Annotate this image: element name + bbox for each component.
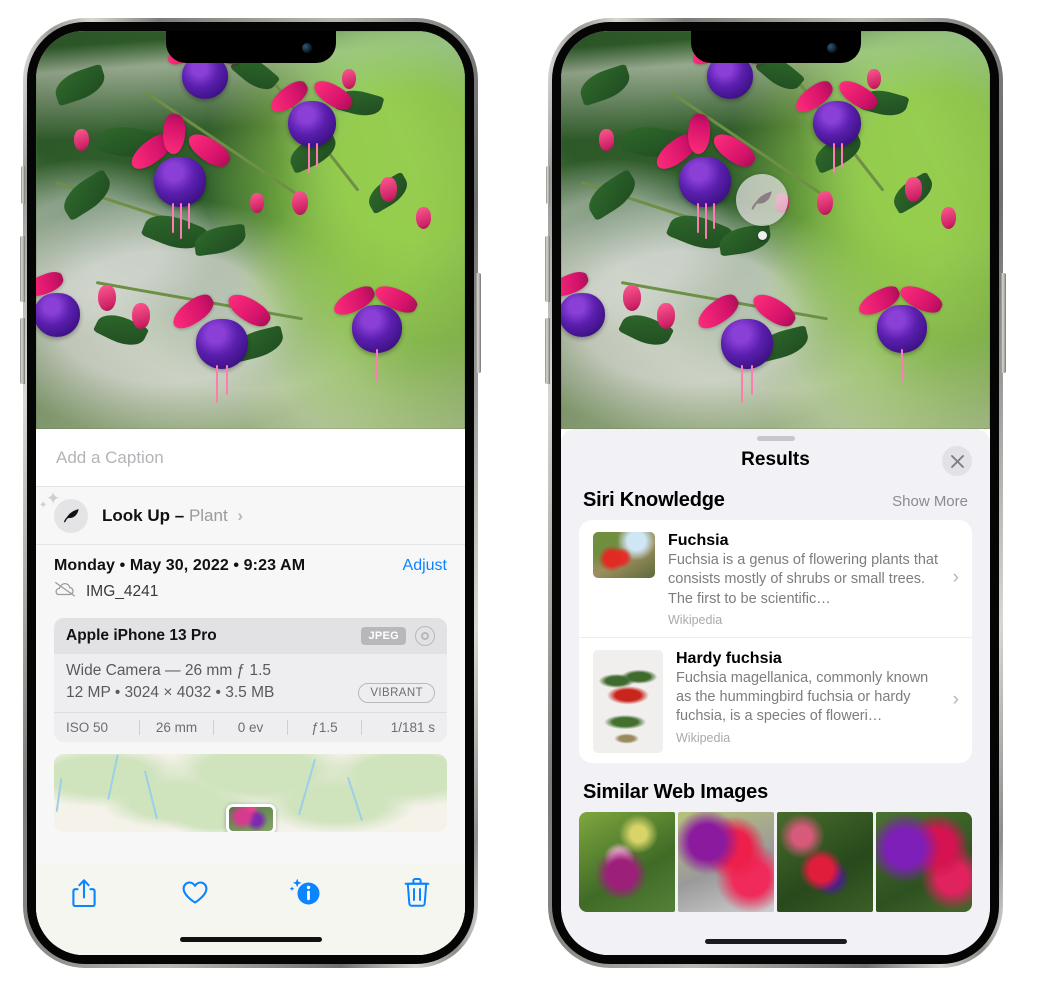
camera-specs: 12 MP • 3024 × 4032 • 3.5 MB [66, 684, 275, 701]
volume-up-button[interactable] [545, 236, 550, 302]
results-title: Results [741, 449, 810, 470]
fuchsia-flowers-thumbnail [593, 532, 655, 578]
hdr-ring-icon [415, 626, 435, 646]
chevron-right-icon: › [952, 689, 959, 711]
similar-image-1[interactable] [579, 811, 675, 912]
adjust-button[interactable]: Adjust [403, 557, 447, 575]
location-map[interactable] [54, 754, 447, 832]
favorite-button[interactable] [173, 877, 217, 917]
exif-focal: 26 mm [155, 720, 198, 735]
exif-shutter: 1/181 s [390, 720, 435, 735]
notch [690, 31, 861, 63]
notch [165, 31, 336, 63]
front-camera-icon [826, 43, 837, 53]
delete-button[interactable] [395, 877, 439, 917]
similar-image-2[interactable] [678, 811, 774, 912]
knowledge-source: Wikipedia [676, 730, 731, 745]
results-header: Results [561, 441, 990, 483]
photo-vignette [36, 31, 465, 429]
chevron-right-icon: › [237, 505, 244, 525]
look-up-subject: Plant [188, 505, 228, 525]
info-button[interactable] [284, 877, 328, 917]
show-more-button[interactable]: Show More [892, 493, 968, 510]
power-button[interactable] [476, 273, 481, 373]
photo-vignette [561, 31, 990, 429]
exif-aperture: ƒ1.5 [311, 720, 338, 735]
info-sparkle-icon [289, 877, 323, 914]
camera-info-card: Apple iPhone 13 Pro JPEG Wide Camera — 2… [54, 618, 447, 742]
list-item[interactable]: Fuchsia Fuchsia is a genus of flowering … [579, 520, 972, 637]
volume-down-button[interactable] [20, 318, 25, 384]
visual-look-up-badge[interactable] [736, 174, 788, 226]
heart-icon [180, 877, 210, 912]
right-screen: Results Siri Knowledge Show More Fuchsia… [561, 31, 990, 955]
siri-knowledge-title: Siri Knowledge [583, 489, 725, 511]
list-item[interactable]: Hardy fuchsia Fuchsia magellanica, commo… [579, 636, 972, 763]
caption-field[interactable]: Add a Caption [36, 429, 465, 487]
photo-metadata: Monday • May 30, 2022 • 9:23 AM Adjust I… [36, 545, 465, 610]
screenshot-root: Add a Caption ✦ ✦ Look Up – Plant › Mond… [0, 0, 1055, 985]
chevron-right-icon: › [952, 567, 959, 589]
mute-switch[interactable] [21, 166, 25, 204]
sparkle-small-icon: ✦ [39, 499, 48, 511]
knowledge-description: Fuchsia is a genus of flowering plants t… [668, 552, 939, 607]
home-indicator[interactable] [179, 937, 322, 942]
power-button[interactable] [1001, 273, 1006, 373]
volume-up-button[interactable] [20, 236, 25, 302]
front-camera-icon [301, 43, 312, 53]
photo-filename: IMG_4241 [86, 582, 159, 600]
leaf-icon [751, 191, 772, 210]
left-iphone-device: Add a Caption ✦ ✦ Look Up – Plant › Mond… [20, 18, 481, 968]
knowledge-title: Hardy fuchsia [676, 649, 782, 667]
format-badge: JPEG [361, 627, 406, 645]
siri-knowledge-header: Siri Knowledge Show More [561, 483, 990, 520]
cloud-slash-icon [54, 581, 76, 602]
caption-placeholder: Add a Caption [56, 447, 164, 467]
look-up-label: Look Up – Plant › [102, 506, 243, 526]
results-sheet: Results Siri Knowledge Show More Fuchsia… [561, 429, 990, 955]
share-icon [71, 877, 97, 914]
similar-image-4[interactable] [876, 811, 972, 912]
exif-iso: ISO 50 [66, 720, 109, 735]
right-iphone-device: Results Siri Knowledge Show More Fuchsia… [545, 18, 1006, 968]
look-up-dash: – [174, 505, 185, 525]
volume-down-button[interactable] [545, 318, 550, 384]
photographic-style-badge: VIBRANT [358, 683, 435, 703]
left-screen: Add a Caption ✦ ✦ Look Up – Plant › Mond… [36, 31, 465, 955]
exif-row: ISO 50 26 mm 0 ev ƒ1.5 1/181 s [54, 712, 447, 742]
mute-switch[interactable] [546, 166, 550, 204]
siri-knowledge-card: Fuchsia Fuchsia is a genus of flowering … [579, 520, 972, 763]
camera-device-name: Apple iPhone 13 Pro [66, 627, 217, 644]
knowledge-source: Wikipedia [668, 612, 723, 627]
similar-web-images-title: Similar Web Images [583, 780, 768, 803]
photo-location-pin[interactable] [225, 804, 276, 832]
trash-icon [404, 877, 430, 913]
close-button[interactable] [942, 446, 972, 476]
exif-exposure: 0 ev [237, 720, 264, 735]
similar-web-images-header: Similar Web Images [561, 763, 990, 810]
similar-web-images-grid [561, 811, 990, 912]
home-indicator[interactable] [704, 939, 847, 944]
photo-date: Monday • May 30, 2022 • 9:23 AM [54, 557, 306, 574]
knowledge-description: Fuchsia magellanica, commonly known as t… [676, 669, 929, 725]
hardy-fuchsia-specimen-thumbnail [593, 649, 663, 753]
look-up-row[interactable]: ✦ ✦ Look Up – Plant › [36, 487, 465, 545]
visual-look-up-anchor-dot [758, 231, 767, 240]
share-button[interactable] [62, 877, 106, 917]
photo-viewer[interactable] [36, 31, 465, 429]
camera-lens: Wide Camera — 26 mm ƒ 1.5 [66, 662, 272, 679]
knowledge-title: Fuchsia [668, 532, 729, 549]
sparkle-icon: ✦ [46, 488, 61, 508]
look-up-text: Look Up [102, 505, 170, 525]
photo-viewer[interactable] [561, 31, 990, 429]
close-icon [950, 454, 964, 468]
similar-image-3[interactable] [777, 811, 873, 912]
leaf-icon: ✦ ✦ [39, 490, 88, 533]
